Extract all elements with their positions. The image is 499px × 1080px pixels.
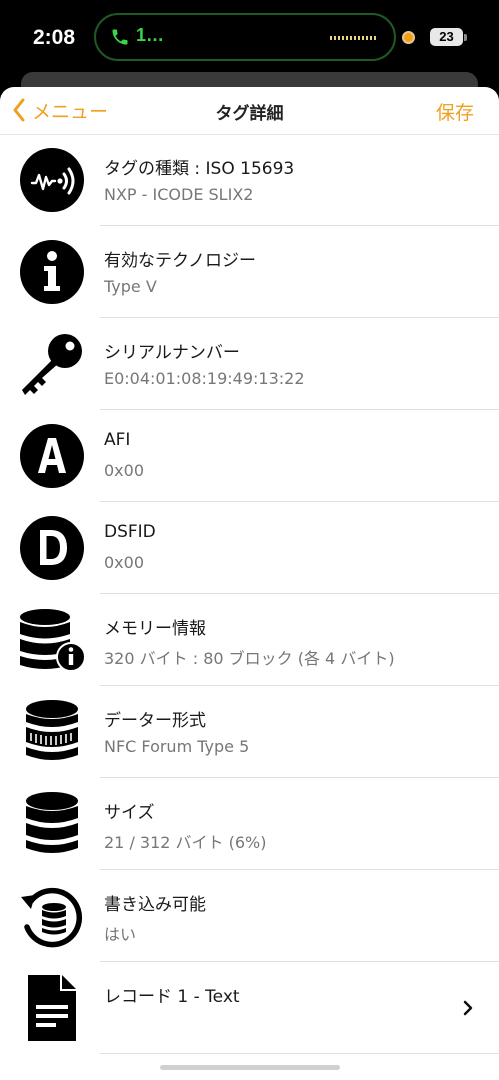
row-subtitle: 320 バイト : 80 ブロック (各 4 バイト): [104, 649, 395, 668]
list-item-size: サイズ 21 / 312 バイト (6%): [0, 778, 499, 870]
database-icon: [26, 700, 78, 760]
row-title: データー形式: [104, 711, 206, 731]
row-subtitle: E0:04:01:08:19:49:13:22: [104, 369, 305, 388]
chevron-right-icon: [463, 1000, 473, 1016]
save-button[interactable]: 保存: [436, 98, 474, 125]
row-title: サイズ: [104, 803, 155, 823]
row-title: メモリー情報: [104, 619, 206, 639]
database-info-icon: [20, 609, 85, 672]
row-subtitle: 21 / 312 バイト (6%): [104, 833, 267, 852]
call-indicator-text: 1…: [136, 25, 165, 45]
document-icon: [28, 975, 76, 1041]
battery-tip: [464, 34, 467, 41]
list-item-data-format: データー形式 NFC Forum Type 5: [0, 686, 499, 778]
status-bar: 2:08 1… 23: [0, 0, 499, 78]
row-title: DSFID: [104, 522, 156, 542]
list-item-memory-info: メモリー情報 320 バイト : 80 ブロック (各 4 バイト): [0, 594, 499, 686]
list-item-tag-type: タグの種類 : ISO 15693 NXP - ICODE SLIX2: [0, 134, 499, 226]
row-title: 書き込み可能: [104, 895, 206, 915]
row-title: 有効なテクノロジー: [104, 251, 256, 271]
waveform-icon: [330, 36, 376, 40]
list-item-writable: 書き込み可能 はい: [0, 870, 499, 962]
list-item-technology: 有効なテクノロジー Type V: [0, 226, 499, 318]
battery-icon: 23: [430, 28, 463, 46]
home-indicator[interactable]: [160, 1065, 340, 1070]
tag-detail-sheet: メニュー タグ詳細 保存 タグの種類 : ISO 15693 NXP - ICO…: [0, 87, 499, 1080]
phone-call-icon: [112, 29, 128, 45]
row-title: AFI: [104, 430, 131, 450]
row-subtitle: NXP - ICODE SLIX2: [104, 185, 254, 204]
database-refresh-icon: [21, 887, 82, 948]
row-title: シリアルナンバー: [104, 343, 240, 363]
row-subtitle: 0x00: [104, 461, 145, 480]
row-subtitle: はい: [104, 925, 137, 944]
detail-list: タグの種類 : ISO 15693 NXP - ICODE SLIX2 有効なテ…: [0, 134, 499, 1054]
list-item-afi: AFI 0x00: [0, 410, 499, 502]
row-subtitle: Type V: [104, 277, 157, 296]
row-subtitle: NFC Forum Type 5: [104, 737, 250, 756]
page-title: タグ詳細: [215, 104, 284, 124]
letter-a-icon: [20, 424, 84, 488]
row-title: レコード 1 - Text: [104, 987, 240, 1007]
database-stack-icon: [26, 792, 78, 853]
list-item-serial-number: シリアルナンバー E0:04:01:08:19:49:13:22: [0, 318, 499, 410]
row-title: タグの種類 : ISO 15693: [104, 159, 295, 179]
navigation-bar: メニュー タグ詳細 保存: [0, 87, 499, 135]
nfc-tag-icon: [20, 148, 84, 212]
info-icon: [20, 240, 84, 304]
recording-dot-icon: [402, 31, 415, 44]
status-time: 2:08: [33, 26, 76, 49]
row-subtitle: 0x00: [104, 553, 145, 572]
letter-d-icon: [20, 516, 84, 580]
dynamic-island-call[interactable]: 1…: [94, 13, 396, 61]
key-icon: [22, 334, 82, 395]
list-item-dsfid: DSFID 0x00: [0, 502, 499, 594]
list-item-record-1[interactable]: レコード 1 - Text: [0, 962, 499, 1054]
